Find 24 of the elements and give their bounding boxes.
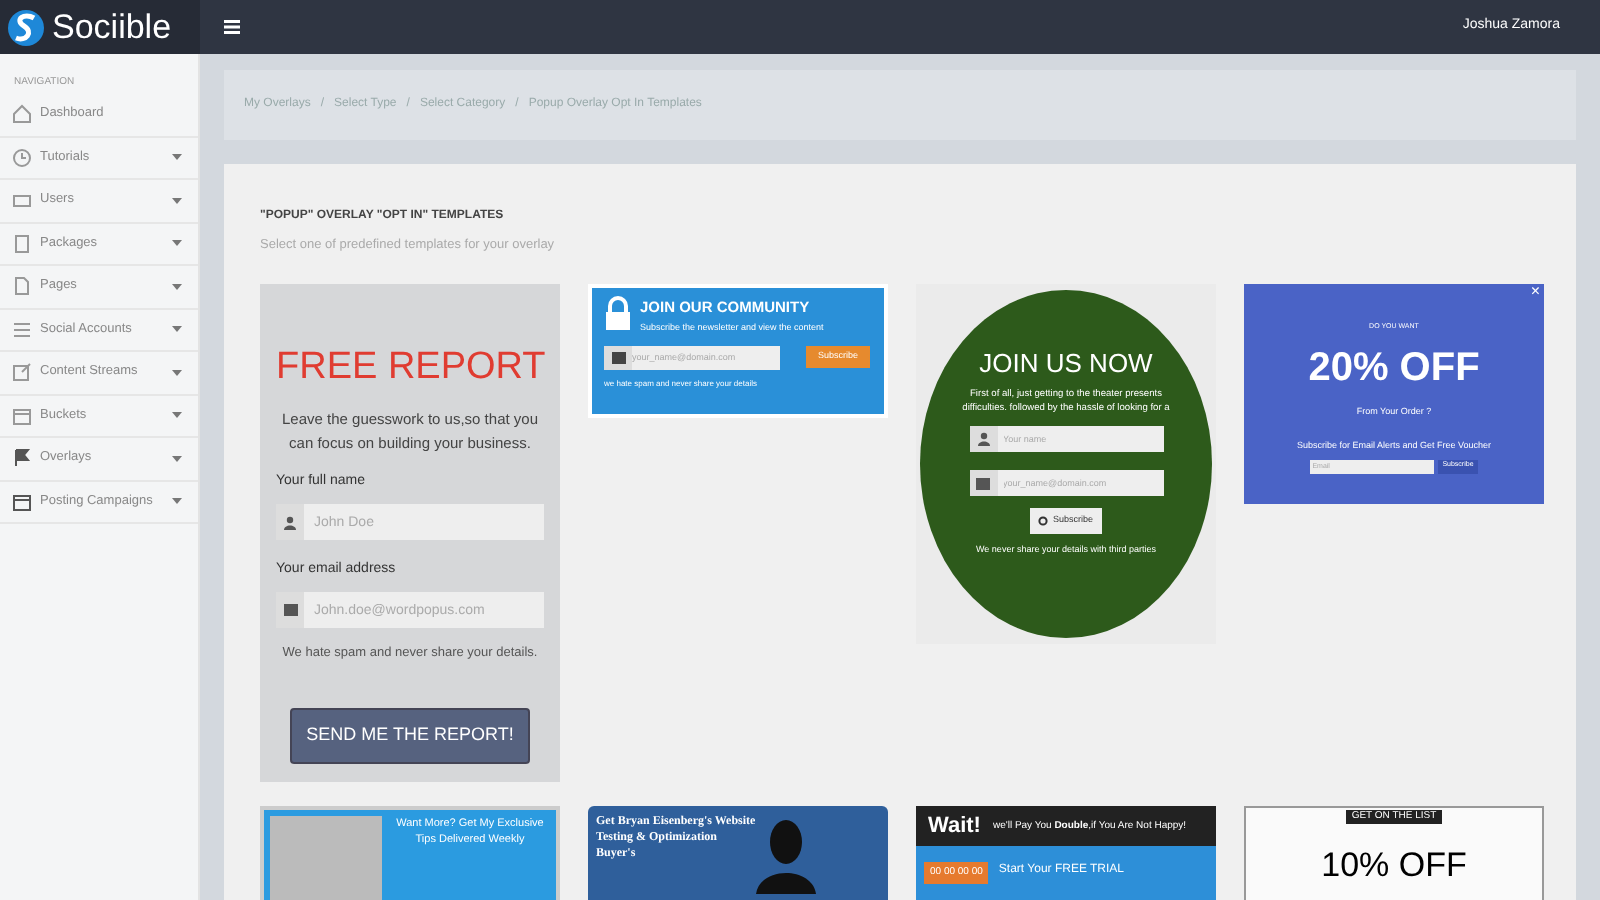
report-button[interactable]: SEND ME THE REPORT! xyxy=(290,708,530,763)
template-card[interactable] xyxy=(260,283,560,782)
photo-placeholder xyxy=(270,815,382,900)
lock-icon xyxy=(604,295,632,330)
edit-icon xyxy=(12,362,32,383)
flag-icon xyxy=(12,448,32,469)
menu-icon[interactable] xyxy=(224,20,240,34)
card-title: 10% OFF xyxy=(1321,844,1467,889)
logo-icon xyxy=(8,7,44,47)
calendar-icon xyxy=(12,491,32,512)
card-title: Wait! xyxy=(928,811,981,841)
home-icon xyxy=(12,104,32,125)
close-button[interactable]: × xyxy=(1530,283,1540,300)
user-icon xyxy=(977,432,989,447)
calendar-icon xyxy=(12,405,32,426)
logo-text: Sociible xyxy=(52,5,172,50)
page-icon xyxy=(12,276,32,297)
user-icon xyxy=(284,515,296,530)
list-icon xyxy=(12,319,32,340)
card-title: JOIN US NOW xyxy=(979,345,1153,382)
card-title: 20% OFF xyxy=(1308,344,1480,394)
card-title: FREE REPORT xyxy=(276,343,544,392)
box-icon xyxy=(12,233,32,254)
clock-icon xyxy=(12,147,32,168)
